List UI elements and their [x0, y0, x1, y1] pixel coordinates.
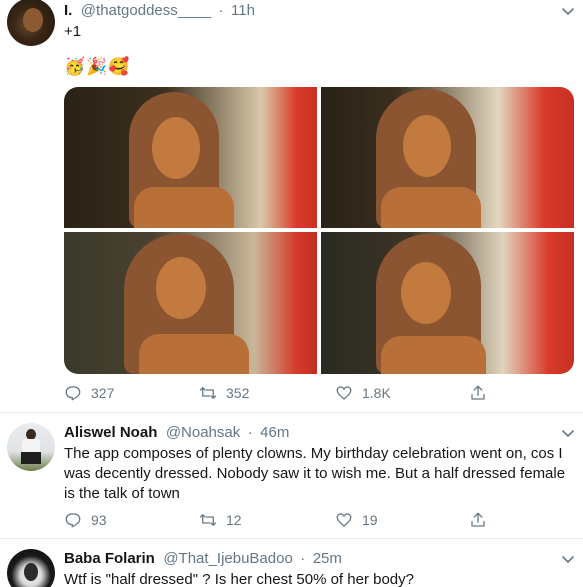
photo-bottom-left[interactable] [64, 232, 317, 374]
tweet-2[interactable]: Aliswel Noah @Noahsak · 46m The app comp… [0, 413, 583, 538]
separator: · [218, 2, 224, 19]
retweet-icon [199, 514, 217, 526]
photo-top-left[interactable] [64, 87, 317, 228]
timestamp[interactable]: 11h [231, 2, 255, 19]
tweet-text: Wtf is "half dressed" ? Is her chest 50%… [64, 571, 414, 587]
timestamp[interactable]: 46m [260, 424, 289, 441]
share-button[interactable] [469, 384, 487, 402]
photo-top-right[interactable] [321, 87, 574, 228]
share-icon [471, 385, 485, 400]
separator: · [247, 424, 253, 441]
share-button[interactable] [469, 511, 487, 529]
chevron-down-icon[interactable] [560, 425, 576, 441]
tweet-text: +1 [64, 23, 82, 40]
separator: · [300, 550, 306, 567]
tweet-text: The app composes of plenty clowns. My bi… [64, 445, 566, 502]
display-name[interactable]: I. [64, 2, 72, 19]
share-icon [471, 512, 485, 527]
reply-button[interactable]: 93 [64, 511, 107, 529]
avatar[interactable] [7, 549, 55, 587]
chevron-down-icon[interactable] [560, 551, 576, 567]
retweet-count: 352 [226, 385, 250, 401]
handle[interactable]: @thatgoddess____ [81, 2, 211, 19]
avatar[interactable] [7, 423, 55, 471]
chevron-down-icon[interactable] [560, 3, 576, 19]
like-count: 19 [362, 512, 378, 528]
retweet-button[interactable]: 12 [199, 511, 242, 529]
like-button[interactable]: 1.8K [335, 384, 391, 402]
reply-icon [65, 513, 81, 528]
reply-icon [65, 386, 81, 401]
reply-button[interactable]: 327 [64, 384, 114, 402]
like-count: 1.8K [362, 385, 391, 401]
display-name[interactable]: Baba Folarin [64, 550, 155, 567]
avatar[interactable] [7, 0, 55, 46]
retweet-button[interactable]: 352 [199, 384, 249, 402]
reply-count: 327 [91, 385, 115, 401]
display-name[interactable]: Aliswel Noah [64, 424, 157, 441]
retweet-count: 12 [226, 512, 242, 528]
like-button[interactable]: 19 [335, 511, 378, 529]
tweet-1[interactable]: I. @thatgoddess____ · 11h +1 🥳🎉🥰 327 352… [0, 0, 583, 412]
photo-grid [64, 87, 574, 374]
tweet-3[interactable]: Baba Folarin @That_IjebuBadoo · 25m Wtf … [0, 539, 583, 587]
reply-count: 93 [91, 512, 107, 528]
handle[interactable]: @That_IjebuBadoo [163, 550, 293, 567]
emoji-line: 🥳🎉🥰 [64, 57, 131, 77]
heart-icon [336, 513, 352, 527]
heart-icon [336, 386, 352, 400]
tweet-actions: 93 12 19 [64, 511, 574, 531]
handle[interactable]: @Noahsak [166, 424, 240, 441]
tweet-actions: 327 352 1.8K [64, 384, 574, 404]
retweet-icon [199, 387, 217, 399]
timestamp[interactable]: 25m [313, 550, 342, 567]
photo-bottom-right[interactable] [321, 232, 574, 374]
